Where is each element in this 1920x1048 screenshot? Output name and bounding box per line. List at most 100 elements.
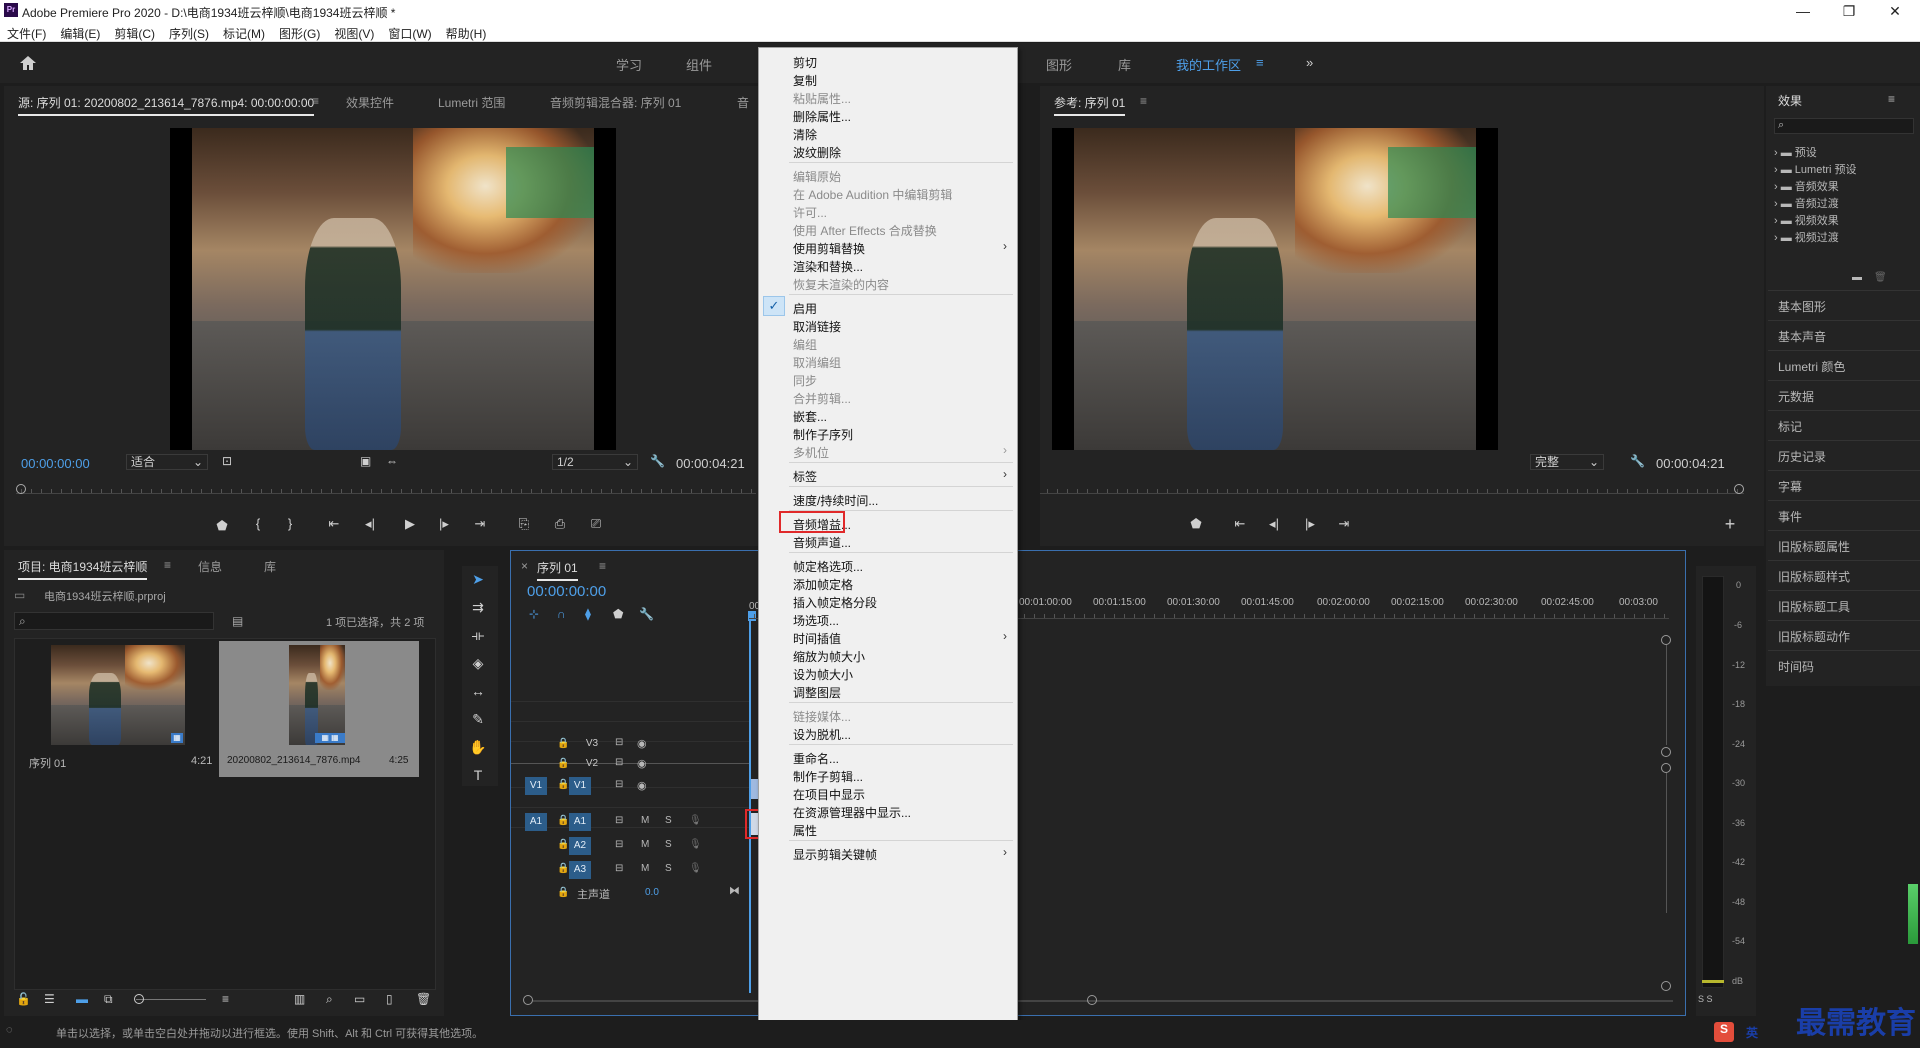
menu-edit[interactable]: 编辑(E): [53, 22, 107, 42]
context-menu-item[interactable]: 清除: [759, 124, 1017, 142]
context-menu-item[interactable]: 标签 ›: [759, 466, 1017, 484]
overwrite-edit-icon[interactable]: ⎙: [550, 516, 570, 532]
section-legacy-title-actions[interactable]: 旧版标题动作: [1768, 620, 1920, 648]
tab-libraries[interactable]: 库: [264, 558, 276, 575]
section-captions[interactable]: 字幕: [1768, 470, 1920, 498]
menu-file[interactable]: 文件(F): [0, 22, 53, 42]
new-bin-icon[interactable]: ▬: [1852, 272, 1862, 283]
vertical-scroll-handle[interactable]: [1661, 763, 1671, 773]
microphone-icon[interactable]: 🎙: [689, 815, 702, 826]
pen-tool-icon[interactable]: ✎: [466, 708, 490, 730]
program-time-ruler[interactable]: [1040, 478, 1744, 494]
nest-icon[interactable]: ⊹: [529, 607, 539, 621]
panel-menu-icon[interactable]: ≡: [312, 94, 319, 108]
solo-button[interactable]: S: [665, 839, 672, 850]
source-time-ruler[interactable]: [16, 478, 756, 494]
panel-menu-icon[interactable]: ≡: [599, 559, 606, 573]
go-to-in-icon[interactable]: ⇤: [324, 516, 344, 532]
sync-lock-icon[interactable]: ⊟: [615, 757, 623, 768]
lift-icon[interactable]: ⬟: [1186, 516, 1206, 532]
context-menu-item[interactable]: 删除属性...: [759, 106, 1017, 124]
sync-lock-icon[interactable]: ⊟: [615, 863, 623, 874]
context-menu-item[interactable]: 设为帧大小: [759, 664, 1017, 682]
context-menu-item[interactable]: 插入帧定格分段: [759, 592, 1017, 610]
lock-icon[interactable]: 🔓: [16, 992, 31, 1006]
source-timecode-in[interactable]: 00:00:00:00: [21, 456, 90, 471]
mark-out-icon[interactable]: }: [280, 516, 300, 531]
context-menu-item[interactable]: 帧定格选项...: [759, 556, 1017, 574]
microphone-icon[interactable]: 🎙: [689, 839, 702, 850]
linked-selection-icon[interactable]: ⧫: [585, 607, 591, 621]
source-patch-a1[interactable]: A1: [525, 813, 547, 831]
effects-title[interactable]: 效果: [1778, 92, 1802, 109]
context-menu-item[interactable]: 场选项...: [759, 610, 1017, 628]
section-essential-sound[interactable]: 基本声音: [1768, 320, 1920, 348]
project-bin-area[interactable]: ▦ 序列 01 4:21 ▦ ▦ 20200802_213614_7876.mp…: [14, 638, 436, 990]
track-select-tool-icon[interactable]: ⇉: [466, 596, 490, 618]
panel-menu-icon[interactable]: ≡: [1140, 94, 1147, 108]
section-history[interactable]: 历史记录: [1768, 440, 1920, 468]
menu-clip[interactable]: 剪辑(C): [107, 22, 162, 42]
panel-menu-icon[interactable]: ≡: [164, 558, 171, 572]
section-metadata[interactable]: 元数据: [1768, 380, 1920, 408]
mark-in-icon[interactable]: {: [248, 516, 268, 531]
microphone-icon[interactable]: 🎙: [689, 863, 702, 874]
tab-lumetri-scopes[interactable]: Lumetri 范围: [438, 94, 505, 111]
play-icon[interactable]: ▶: [400, 516, 420, 532]
context-menu-item[interactable]: 音频增益...: [759, 511, 1017, 533]
context-menu-item[interactable]: 速度/持续时间...: [759, 490, 1017, 508]
context-menu-item[interactable]: 设为脱机...: [759, 724, 1017, 742]
tab-audio-truncated[interactable]: 音: [737, 94, 749, 111]
vertical-scroll-handle[interactable]: [1661, 981, 1671, 991]
section-timecode[interactable]: 时间码: [1768, 650, 1920, 678]
eye-icon[interactable]: ◉: [637, 757, 647, 770]
new-bin-icon[interactable]: ▭: [354, 992, 365, 1006]
workspace-menu-icon[interactable]: ≡: [1256, 55, 1264, 70]
master-bowtie-icon[interactable]: ⧓: [729, 884, 740, 897]
zoom-handle[interactable]: [16, 484, 26, 494]
sync-lock-icon[interactable]: ⊟: [615, 737, 623, 748]
effects-tree-item[interactable]: › ▬ 视频效果: [1774, 212, 1839, 228]
type-tool-icon[interactable]: T: [466, 764, 490, 786]
step-forward-icon[interactable]: |▸: [1300, 516, 1320, 532]
eye-icon[interactable]: ◉: [637, 737, 647, 750]
trash-icon[interactable]: 🗑: [416, 992, 431, 1006]
mute-button[interactable]: M: [641, 863, 649, 874]
sort-icon[interactable]: ≡: [222, 992, 229, 1006]
snap-icon[interactable]: ∩: [557, 607, 566, 621]
tab-project[interactable]: 项目: 电商1934班云梓顺: [18, 558, 148, 580]
context-menu-item[interactable]: 嵌套...: [759, 406, 1017, 424]
trash-icon[interactable]: 🗑: [1874, 272, 1887, 283]
tab-source[interactable]: 源: 序列 01: 20200802_213614_7876.mp4: 00:0…: [18, 94, 315, 116]
menu-markers[interactable]: 标记(M): [216, 22, 272, 42]
project-item-clip[interactable]: ▦ ▦ 20200802_213614_7876.mp4 4:25: [219, 641, 419, 777]
section-legacy-title-tools[interactable]: 旧版标题工具: [1768, 590, 1920, 618]
add-marker-icon[interactable]: ⬟: [212, 518, 232, 534]
effects-tree-item[interactable]: › ▬ Lumetri 预设: [1774, 161, 1857, 177]
ripple-edit-tool-icon[interactable]: ⟛: [466, 624, 490, 646]
menu-graphics[interactable]: 图形(G): [272, 22, 327, 42]
ime-language[interactable]: 英: [1746, 1024, 1758, 1041]
export-frame-icon[interactable]: ▣: [360, 454, 371, 468]
horizontal-scrollbar[interactable]: [533, 1000, 1673, 1002]
playhead[interactable]: [749, 613, 751, 993]
master-volume-value[interactable]: 0.0: [645, 887, 659, 898]
sync-lock-icon[interactable]: ⊟: [615, 779, 623, 790]
go-to-out-icon[interactable]: ⇥: [1334, 516, 1354, 532]
context-menu-item[interactable]: 缩放为帧大小: [759, 646, 1017, 664]
project-item-sequence[interactable]: ▦ 序列 01 4:21: [19, 641, 217, 777]
workspace-assembly[interactable]: 组件: [686, 55, 712, 74]
effects-tree-item[interactable]: › ▬ 音频过渡: [1774, 195, 1839, 211]
insert-icon[interactable]: ⇔: [386, 454, 398, 468]
zoom-slider-handle[interactable]: [134, 994, 144, 1004]
freeform-view-icon[interactable]: ⧉: [104, 992, 113, 1007]
step-back-icon[interactable]: ◂|: [1264, 516, 1284, 532]
context-menu-item[interactable]: 调整图层: [759, 682, 1017, 700]
vertical-scrollbar[interactable]: [1666, 773, 1667, 913]
tab-info[interactable]: 信息: [198, 558, 222, 575]
lock-icon[interactable]: 🔒: [557, 839, 569, 850]
track-label-a2[interactable]: A2: [569, 837, 591, 855]
context-menu-item[interactable]: 复制: [759, 70, 1017, 88]
effects-tree-item[interactable]: › ▬ 视频过渡: [1774, 229, 1839, 245]
workspace-learn[interactable]: 学习: [616, 55, 642, 74]
